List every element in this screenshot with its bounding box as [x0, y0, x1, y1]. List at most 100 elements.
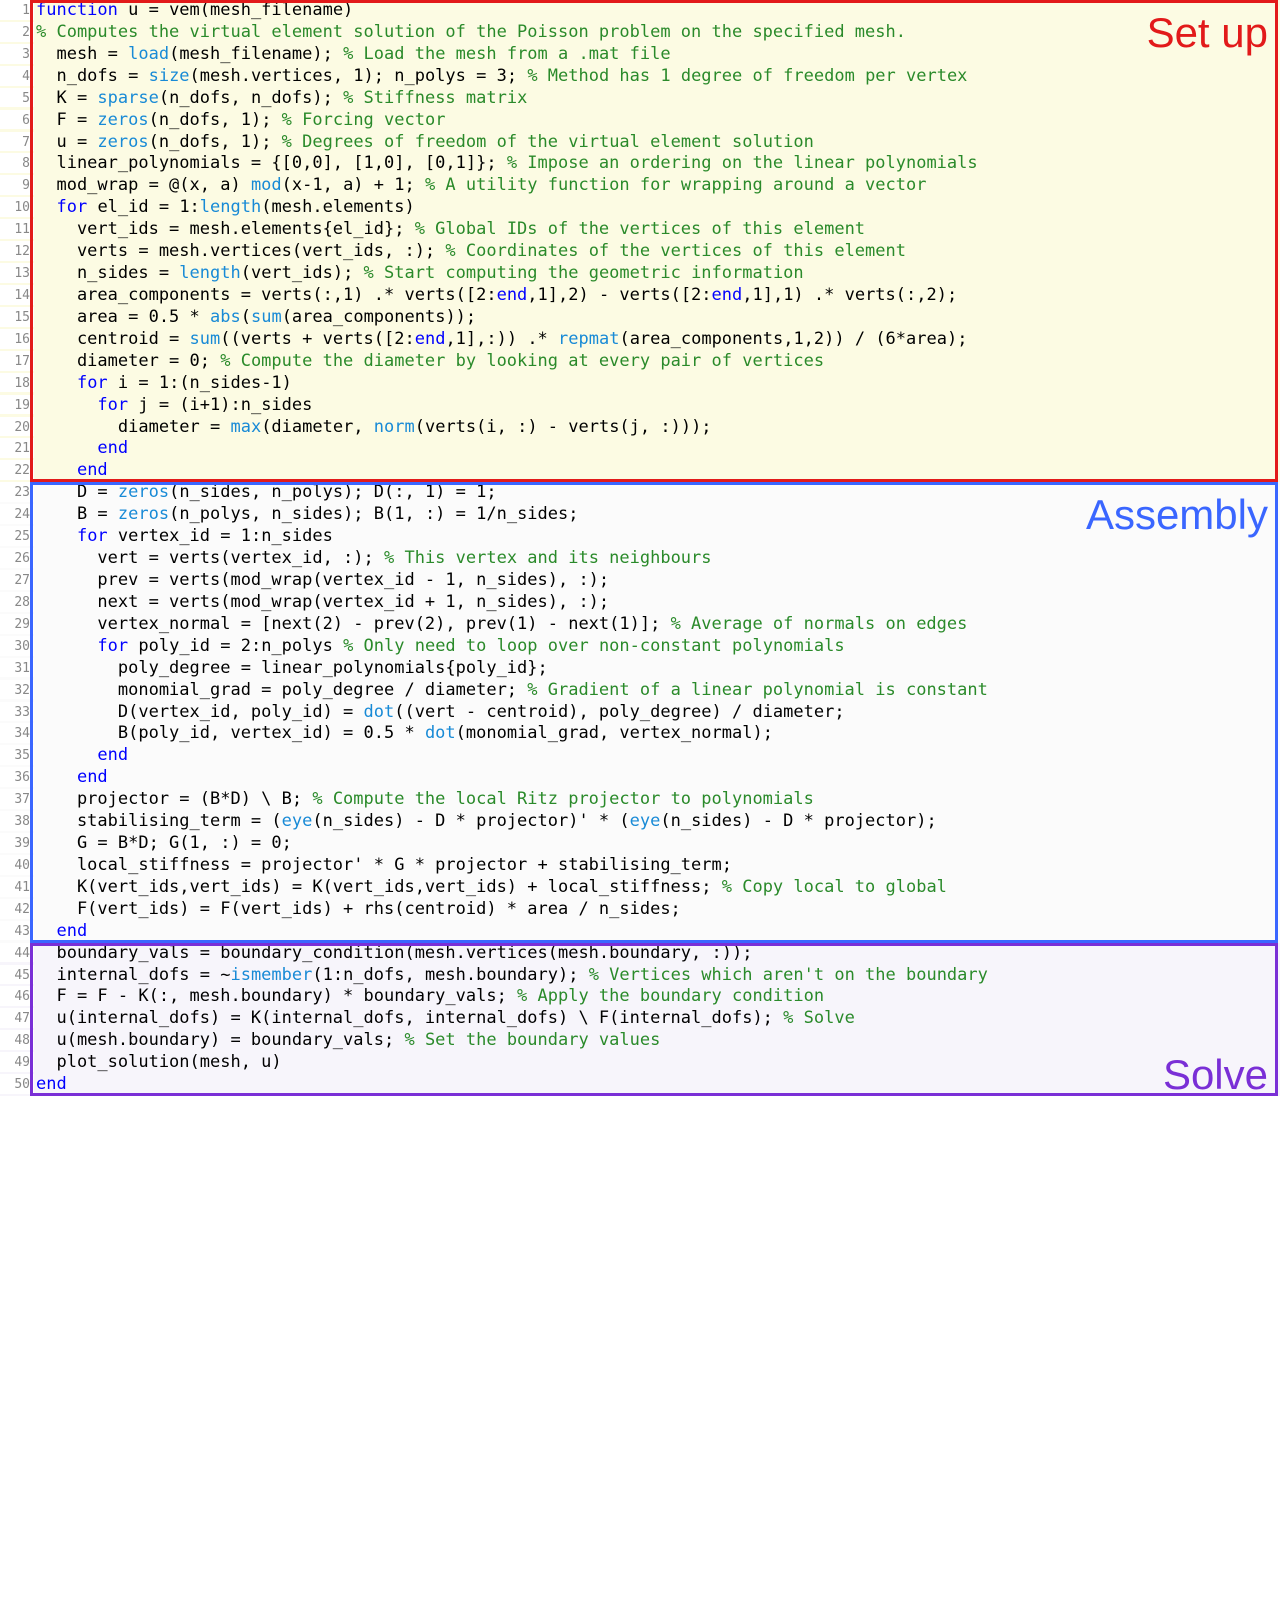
- line-number: 11: [0, 219, 34, 239]
- code-content: area_components = verts(:,1) .* verts([2…: [34, 285, 1280, 307]
- code-content: u(mesh.boundary) = boundary_vals; % Set …: [34, 1030, 1280, 1052]
- code-line-36: 36 end: [0, 767, 1280, 789]
- line-number: 4: [0, 66, 34, 86]
- line-number: 18: [0, 373, 34, 393]
- code-content: F = zeros(n_dofs, 1); % Forcing vector: [34, 110, 1280, 132]
- line-number: 1: [0, 0, 34, 20]
- line-number: 44: [0, 943, 34, 963]
- code-content: diameter = 0; % Compute the diameter by …: [34, 351, 1280, 373]
- line-number: 13: [0, 263, 34, 283]
- code-line-29: 29 vertex_normal = [next(2) - prev(2), p…: [0, 614, 1280, 636]
- line-number: 33: [0, 702, 34, 722]
- code-line-8: 8 linear_polynomials = {[0,0], [1,0], [0…: [0, 153, 1280, 175]
- line-number: 29: [0, 614, 34, 634]
- code-content: end: [34, 921, 1280, 943]
- code-content: end: [34, 1074, 1280, 1096]
- line-number: 42: [0, 899, 34, 919]
- code-line-13: 13 n_sides = length(vert_ids); % Start c…: [0, 263, 1280, 285]
- code-content: B = zeros(n_polys, n_sides); B(1, :) = 1…: [34, 504, 1280, 526]
- code-content: F = F - K(:, mesh.boundary) * boundary_v…: [34, 986, 1280, 1008]
- code-line-21: 21 end: [0, 438, 1280, 460]
- code-content: B(poly_id, vertex_id) = 0.5 * dot(monomi…: [34, 723, 1280, 745]
- line-number: 17: [0, 351, 34, 371]
- line-number: 26: [0, 548, 34, 568]
- code-content: end: [34, 745, 1280, 767]
- code-line-31: 31 poly_degree = linear_polynomials{poly…: [0, 658, 1280, 680]
- line-number: 48: [0, 1030, 34, 1050]
- code-content: end: [34, 438, 1280, 460]
- code-line-15: 15 area = 0.5 * abs(sum(area_components)…: [0, 307, 1280, 329]
- code-line-40: 40 local_stiffness = projector' * G * pr…: [0, 855, 1280, 877]
- line-number: 41: [0, 877, 34, 897]
- line-number: 10: [0, 197, 34, 217]
- line-number: 14: [0, 285, 34, 305]
- code-line-41: 41 K(vert_ids,vert_ids) = K(vert_ids,ver…: [0, 877, 1280, 899]
- code-content: stabilising_term = (eye(n_sides) - D * p…: [34, 811, 1280, 833]
- code-line-42: 42 F(vert_ids) = F(vert_ids) + rhs(centr…: [0, 899, 1280, 921]
- line-number: 38: [0, 811, 34, 831]
- code-line-18: 18 for i = 1:(n_sides-1): [0, 373, 1280, 395]
- line-number: 20: [0, 417, 34, 437]
- code-line-19: 19 for j = (i+1):n_sides: [0, 395, 1280, 417]
- line-number: 37: [0, 789, 34, 809]
- line-number: 3: [0, 44, 34, 64]
- code-line-39: 39 G = B*D; G(1, :) = 0;: [0, 833, 1280, 855]
- line-number: 6: [0, 110, 34, 130]
- code-content: F(vert_ids) = F(vert_ids) + rhs(centroid…: [34, 899, 1280, 921]
- line-number: 45: [0, 965, 34, 985]
- code-content: n_sides = length(vert_ids); % Start comp…: [34, 263, 1280, 285]
- code-content: boundary_vals = boundary_condition(mesh.…: [34, 943, 1280, 965]
- line-number: 5: [0, 88, 34, 108]
- code-content: projector = (B*D) \ B; % Compute the loc…: [34, 789, 1280, 811]
- code-line-20: 20 diameter = max(diameter, norm(verts(i…: [0, 417, 1280, 439]
- line-number: 8: [0, 153, 34, 173]
- code-content: function u = vem(mesh_filename): [34, 0, 1280, 22]
- code-content: for i = 1:(n_sides-1): [34, 373, 1280, 395]
- line-number: 25: [0, 526, 34, 546]
- line-number: 36: [0, 767, 34, 787]
- line-number: 2: [0, 22, 34, 42]
- code-content: next = verts(mod_wrap(vertex_id + 1, n_s…: [34, 592, 1280, 614]
- line-number: 19: [0, 395, 34, 415]
- line-number: 9: [0, 175, 34, 195]
- line-number: 16: [0, 329, 34, 349]
- code-content: poly_degree = linear_polynomials{poly_id…: [34, 658, 1280, 680]
- code-content: linear_polynomials = {[0,0], [1,0], [0,1…: [34, 153, 1280, 175]
- code-line-23: 23 D = zeros(n_sides, n_polys); D(:, 1) …: [0, 482, 1280, 504]
- code-line-6: 6 F = zeros(n_dofs, 1); % Forcing vector: [0, 110, 1280, 132]
- code-line-32: 32 monomial_grad = poly_degree / diamete…: [0, 680, 1280, 702]
- code-line-46: 46 F = F - K(:, mesh.boundary) * boundar…: [0, 986, 1280, 1008]
- code-line-5: 5 K = sparse(n_dofs, n_dofs); % Stiffnes…: [0, 88, 1280, 110]
- code-content: local_stiffness = projector' * G * proje…: [34, 855, 1280, 877]
- code-line-33: 33 D(vertex_id, poly_id) = dot((vert - c…: [0, 702, 1280, 724]
- line-number: 7: [0, 132, 34, 152]
- code-content: centroid = sum((verts + verts([2:end,1],…: [34, 329, 1280, 351]
- code-content: mesh = load(mesh_filename); % Load the m…: [34, 44, 1280, 66]
- code-content: verts = mesh.vertices(vert_ids, :); % Co…: [34, 241, 1280, 263]
- code-content: for j = (i+1):n_sides: [34, 395, 1280, 417]
- code-content: for poly_id = 2:n_polys % Only need to l…: [34, 636, 1280, 658]
- code-line-14: 14 area_components = verts(:,1) .* verts…: [0, 285, 1280, 307]
- code-line-43: 43 end: [0, 921, 1280, 943]
- code-line-35: 35 end: [0, 745, 1280, 767]
- code-content: vert = verts(vertex_id, :); % This verte…: [34, 548, 1280, 570]
- code-content: K(vert_ids,vert_ids) = K(vert_ids,vert_i…: [34, 877, 1280, 899]
- line-number: 46: [0, 986, 34, 1006]
- code-line-10: 10 for el_id = 1:length(mesh.elements): [0, 197, 1280, 219]
- code-line-45: 45 internal_dofs = ~ismember(1:n_dofs, m…: [0, 965, 1280, 987]
- code-line-4: 4 n_dofs = size(mesh.vertices, 1); n_pol…: [0, 66, 1280, 88]
- code-line-9: 9 mod_wrap = @(x, a) mod(x-1, a) + 1; % …: [0, 175, 1280, 197]
- code-line-11: 11 vert_ids = mesh.elements{el_id}; % Gl…: [0, 219, 1280, 241]
- code-content: vertex_normal = [next(2) - prev(2), prev…: [34, 614, 1280, 636]
- line-number: 35: [0, 745, 34, 765]
- code-content: mod_wrap = @(x, a) mod(x-1, a) + 1; % A …: [34, 175, 1280, 197]
- code-line-16: 16 centroid = sum((verts + verts([2:end,…: [0, 329, 1280, 351]
- line-number: 32: [0, 680, 34, 700]
- code-line-44: 44 boundary_vals = boundary_condition(me…: [0, 943, 1280, 965]
- line-number: 49: [0, 1052, 34, 1072]
- line-number: 12: [0, 241, 34, 261]
- code-line-22: 22 end: [0, 460, 1280, 482]
- code-content: D(vertex_id, poly_id) = dot((vert - cent…: [34, 702, 1280, 724]
- line-number: 34: [0, 723, 34, 743]
- code-content: end: [34, 767, 1280, 789]
